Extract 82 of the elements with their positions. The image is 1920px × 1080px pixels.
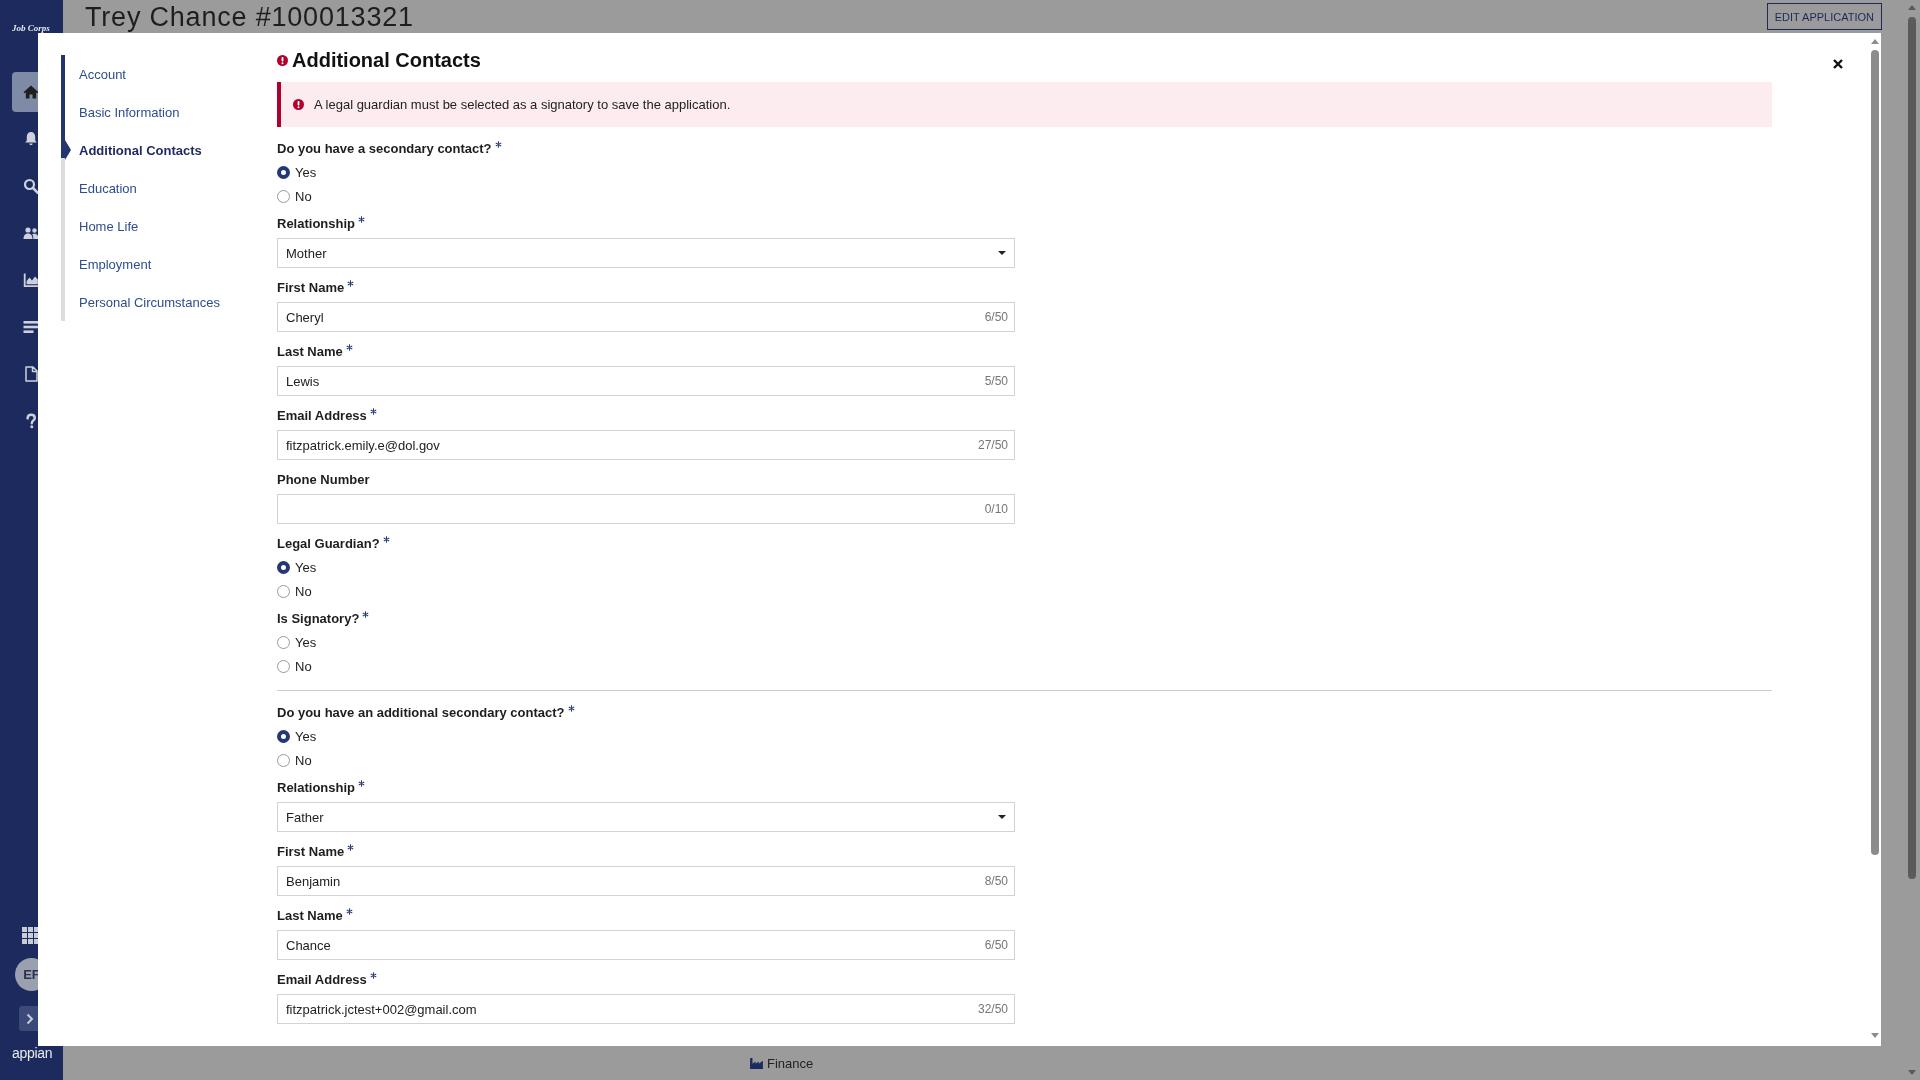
document-icon (23, 366, 39, 382)
search-icon (23, 178, 39, 194)
radio-button[interactable] (277, 635, 290, 649)
caret-down-icon (998, 251, 1006, 255)
field-label: First Name (277, 843, 345, 859)
section-nav-link[interactable]: Education (79, 180, 137, 196)
scroll-up-icon[interactable] (1871, 39, 1879, 44)
scroll-down-icon[interactable] (1871, 1033, 1879, 1038)
people-icon (23, 225, 39, 241)
text-field[interactable]: Cheryl 6/50 (277, 302, 1015, 332)
text-field[interactable]: 0/10 (277, 494, 1015, 524)
character-count: 6/50 (984, 938, 1008, 952)
option-label[interactable]: No (295, 752, 312, 768)
caret-down-icon (998, 815, 1006, 819)
option-label[interactable]: Yes (295, 728, 317, 744)
finance-link[interactable]: Finance (750, 1055, 814, 1071)
character-count: 5/50 (984, 374, 1008, 388)
option-label[interactable]: No (295, 658, 312, 674)
radio-button[interactable] (277, 165, 290, 179)
brand-name: appian (12, 1045, 53, 1061)
field-label: First Name (277, 279, 345, 295)
scrollbar-thumb[interactable] (1871, 50, 1879, 855)
field-label: Do you have a secondary contact? (277, 140, 492, 156)
text-field[interactable]: Chance 6/50 (277, 930, 1015, 960)
section-nav-link[interactable]: Basic Information (79, 104, 180, 120)
character-count: 32/50 (977, 1002, 1008, 1016)
radio-button[interactable] (277, 753, 290, 767)
option-label[interactable]: No (295, 188, 312, 204)
text-field[interactable]: fitzpatrick.jctest+002@gmail.com 32/50 (277, 994, 1015, 1024)
text-field[interactable]: Benjamin 8/50 (277, 866, 1015, 896)
scroll-up-icon[interactable] (1908, 5, 1916, 10)
field-label: Relationship (277, 779, 355, 795)
section-nav-link[interactable]: Additional Contacts (79, 142, 202, 158)
character-count: 6/50 (984, 310, 1008, 324)
apps-grid-icon[interactable] (22, 927, 39, 944)
radio-button[interactable] (277, 659, 290, 673)
error-icon (293, 99, 304, 110)
bell-icon (23, 131, 39, 147)
chevron-right-icon (26, 1012, 34, 1025)
character-count: 0/10 (984, 502, 1008, 516)
field-label: Do you have an additional secondary contact? (277, 704, 565, 720)
section-nav-link[interactable]: Employment (79, 256, 152, 272)
radio-button[interactable] (277, 729, 290, 743)
field-label: Email Address (277, 971, 367, 987)
close-button[interactable] (1832, 58, 1844, 70)
radio-button[interactable] (277, 584, 290, 598)
error-message: A legal guardian must be selected as a signatory to save the application. (314, 97, 731, 112)
field-label: Is Signatory? (277, 610, 360, 626)
factory-icon (750, 1057, 763, 1069)
field-label: Phone Number (277, 471, 370, 487)
option-label[interactable]: No (295, 583, 312, 599)
character-count: 8/50 (984, 874, 1008, 888)
scroll-down-icon[interactable] (1908, 1070, 1916, 1075)
edit-application-button[interactable]: EDIT APPLICATION (1766, 3, 1882, 30)
option-label[interactable]: Yes (295, 164, 317, 180)
field-label: Legal Guardian? (277, 535, 380, 551)
option-label[interactable]: Yes (295, 559, 317, 575)
radio-button[interactable] (277, 560, 290, 574)
scrollbar-thumb[interactable] (1908, 17, 1916, 879)
field-label: Email Address (277, 407, 367, 423)
dropdown[interactable]: Father (277, 802, 1015, 832)
logo-text: Job Corps (11, 22, 51, 35)
area-chart-icon (23, 272, 39, 288)
field-label: Relationship (277, 215, 355, 231)
section-nav-link[interactable]: Home Life (79, 218, 139, 234)
current-step-marker-icon (65, 140, 71, 160)
option-label[interactable]: Yes (295, 634, 317, 650)
character-count: 27/50 (977, 438, 1008, 452)
field-label: Last Name (277, 343, 343, 359)
radio-button[interactable] (277, 189, 290, 203)
section-nav-link[interactable]: Personal Circumstances (79, 294, 220, 310)
text-field[interactable]: fitzpatrick.emily.e@dol.gov 27/50 (277, 430, 1015, 460)
dialog-title: Additional Contacts (292, 48, 481, 73)
list-icon (23, 319, 39, 335)
close-icon (1833, 59, 1843, 69)
dropdown[interactable]: Mother (277, 238, 1015, 268)
page-title: Trey Chance #100013321 (85, 3, 414, 31)
question-mark-icon (23, 413, 39, 429)
home-icon (23, 84, 39, 100)
section-nav-link[interactable]: Account (79, 66, 126, 82)
field-label: Last Name (277, 907, 343, 923)
text-field[interactable]: Lewis 5/50 (277, 366, 1015, 396)
